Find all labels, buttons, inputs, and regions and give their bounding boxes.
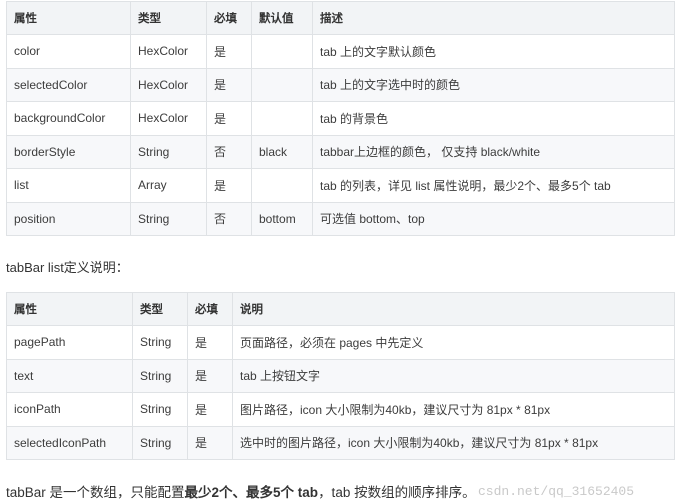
table-cell: String [132,325,188,360]
table-cell: tab 的列表，详见 list 属性说明，最少2个、最多5个 tab [312,168,675,203]
table-cell: text [6,358,133,393]
table-row: iconPath String 是 图片路径，icon 大小限制为40kb，建议… [6,392,675,427]
table-cell: tab 上按钮文字 [232,358,675,393]
table-row: pagePath String 是 页面路径，必须在 pages 中先定义 [6,325,675,360]
table-cell: 可选值 bottom、top [312,201,675,236]
tabbar-list-properties-table: 属性 类型 必填 说明 pagePath String 是 页面路径，必须在 p… [6,292,675,460]
table-cell: black [251,134,313,169]
column-header: 属性 [6,292,133,326]
table-cell: 否 [206,134,252,169]
table-cell: String [132,392,188,427]
table-cell: list [6,168,131,203]
watermark: csdn.net/qq_31652405 [478,484,635,499]
table-row: list Array 是 tab 的列表，详见 list 属性说明，最少2个、最… [6,168,675,203]
column-header: 必填 [206,1,252,35]
footer-text: tabBar 是一个数组，只能配置 [6,485,185,500]
table-cell: 是 [187,325,233,360]
column-header: 必填 [187,292,233,326]
table-cell: 是 [187,358,233,393]
table-cell: HexColor [130,34,207,69]
table-row: position String 否 bottom 可选值 bottom、top [6,201,675,236]
table-cell: 是 [206,168,252,203]
table-cell: HexColor [130,101,207,136]
column-header: 默认值 [251,1,313,35]
table-header-row: 属性 类型 必填 说明 [6,292,675,326]
table-cell: tab 的背景色 [312,101,675,136]
table-cell [251,101,313,136]
column-header: 类型 [130,1,207,35]
section-caption: tabBar list定义说明： [6,260,129,275]
table-cell: tab 上的文字选中时的颜色 [312,67,675,102]
table-header-row: 属性 类型 必填 默认值 描述 [6,1,675,35]
table-cell: 是 [206,67,252,102]
table-cell: position [6,201,131,236]
column-header: 描述 [312,1,675,35]
table-cell: 是 [206,101,252,136]
footer-emphasis: 最少2个、最多5个 tab [184,485,319,500]
table-cell: iconPath [6,392,133,427]
column-header: 说明 [232,292,675,326]
table-cell: borderStyle [6,134,131,169]
table-cell: 选中时的图片路径，icon 大小限制为40kb，建议尺寸为 81px * 81p… [232,425,675,460]
tabbar-properties-table: 属性 类型 必填 默认值 描述 color HexColor 是 tab 上的文… [6,1,675,236]
table-row: selectedIconPath String 是 选中时的图片路径，icon … [6,425,675,460]
table-cell [251,67,313,102]
table-row: text String 是 tab 上按钮文字 [6,358,675,393]
table-cell: 是 [187,392,233,427]
table-row: color HexColor 是 tab 上的文字默认颜色 [6,34,675,69]
table-cell: backgroundColor [6,101,131,136]
table-cell: bottom [251,201,313,236]
table-cell: selectedIconPath [6,425,133,460]
footer-note: tabBar 是一个数组，只能配置最少2个、最多5个 tab，tab 按数组的顺… [6,481,476,501]
table-cell [251,34,313,69]
table-cell: 否 [206,201,252,236]
table-cell [251,168,313,203]
table-cell: 是 [206,34,252,69]
table-cell: Array [130,168,207,203]
table-cell: selectedColor [6,67,131,102]
table-row: selectedColor HexColor 是 tab 上的文字选中时的颜色 [6,67,675,102]
table-cell: 页面路径，必须在 pages 中先定义 [232,325,675,360]
table-cell: String [132,425,188,460]
table-cell: 是 [187,425,233,460]
table-cell: HexColor [130,67,207,102]
table-row: borderStyle String 否 black tabbar上边框的颜色，… [6,134,675,169]
table-row: backgroundColor HexColor 是 tab 的背景色 [6,101,675,136]
column-header: 类型 [132,292,188,326]
table-cell: color [6,34,131,69]
table-cell: tabbar上边框的颜色， 仅支持 black/white [312,134,675,169]
table-cell: String [132,358,188,393]
footer-text: ，tab 按数组的顺序排序。 [318,485,476,500]
table-cell: String [130,134,207,169]
table-cell: pagePath [6,325,133,360]
table-cell: String [130,201,207,236]
table-cell: 图片路径，icon 大小限制为40kb，建议尺寸为 81px * 81px [232,392,675,427]
column-header: 属性 [6,1,131,35]
table-cell: tab 上的文字默认颜色 [312,34,675,69]
